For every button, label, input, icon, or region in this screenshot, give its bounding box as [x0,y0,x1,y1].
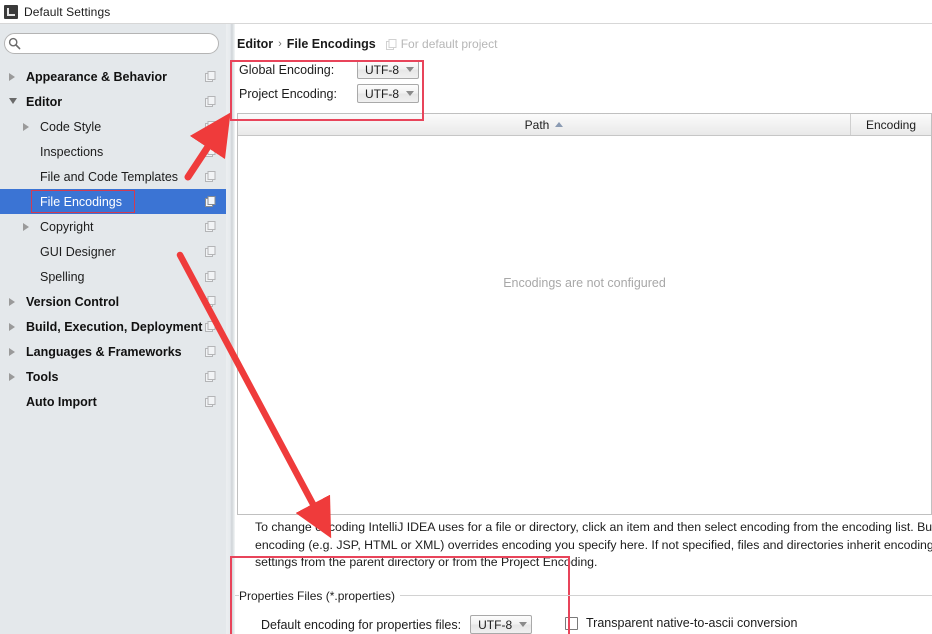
properties-files-panel: Properties Files (*.properties) Default … [235,579,932,634]
default-properties-encoding-select[interactable]: UTF-8 [470,615,533,634]
default-encoding-label: Default encoding for properties files: [261,617,462,632]
sidebar-item-file-and-code-templates[interactable]: File and Code Templates [0,164,226,189]
copy-settings-icon[interactable] [205,296,216,307]
copy-settings-icon[interactable] [205,146,216,157]
column-header-path[interactable]: Path [238,114,851,135]
table-header-row: Path Encoding [238,114,931,136]
sidebar-splitter[interactable] [226,24,235,634]
settings-sidebar: Appearance & Behavior Editor Code Style Ins… [0,24,226,634]
properties-group-title: Properties Files (*.properties) [239,589,401,603]
copy-settings-icon[interactable] [205,121,216,132]
sidebar-item-file-encodings[interactable]: File Encodings [0,189,226,214]
breadcrumb-root[interactable]: Editor [237,37,273,51]
chevron-right-icon[interactable] [22,222,32,232]
sidebar-item-version-control[interactable]: Version Control [0,289,226,314]
transparent-conversion-checkbox[interactable] [565,616,578,630]
sidebar-item-label: Spelling [40,269,85,284]
sidebar-item-label: Version Control [26,294,120,309]
project-encoding-row: Project Encoding: UTF-8 [239,84,419,103]
project-encoding-value: UTF-8 [365,86,399,101]
global-encoding-value: UTF-8 [365,62,399,77]
copy-settings-icon[interactable] [205,71,216,82]
global-encoding-label: Global Encoding: [239,62,335,77]
sidebar-item-label: Auto Import [26,394,97,409]
project-encoding-label: Project Encoding: [239,86,337,101]
column-header-encoding-label: Encoding [865,117,917,132]
settings-tree: Appearance & Behavior Editor Code Style Ins… [0,64,226,414]
sidebar-item-label: Tools [26,369,59,384]
sidebar-item-label: Inspections [40,144,104,159]
sidebar-item-label: Build, Execution, Deployment [26,319,203,334]
sidebar-item-gui-designer[interactable]: GUI Designer [0,239,226,264]
chevron-right-icon[interactable] [8,322,18,332]
copy-settings-icon[interactable] [205,396,216,407]
chevron-right-icon[interactable] [8,347,18,357]
copy-settings-icon[interactable] [205,246,216,257]
chevron-down-icon [406,91,414,96]
copy-settings-icon[interactable] [205,346,216,357]
settings-dialog: Default Settings Appearance & Behavior Ed… [0,0,932,634]
sidebar-item-tools[interactable]: Tools [0,364,226,389]
settings-content-pane: Editor › File Encodings For default proj… [235,24,932,634]
sidebar-item-inspections[interactable]: Inspections [0,139,226,164]
chevron-down-icon [519,622,528,627]
sidebar-item-label: File and Code Templates [40,169,179,184]
copy-settings-icon[interactable] [205,221,216,232]
copy-settings-icon[interactable] [205,96,216,107]
chevron-right-icon[interactable] [8,72,18,82]
chevron-down-icon [406,67,414,72]
transparent-conversion-label: Transparent native-to-ascii conversion [586,616,798,630]
default-properties-encoding-value: UTF-8 [478,617,513,632]
sidebar-item-label: Appearance & Behavior [26,69,168,84]
sidebar-item-code-style[interactable]: Code Style [0,114,226,139]
global-encoding-select[interactable]: UTF-8 [357,60,419,79]
search-field-wrapper [4,33,219,54]
column-header-path-label: Path [524,117,550,132]
copy-settings-icon[interactable] [205,371,216,382]
chevron-down-icon[interactable] [8,97,18,107]
encodings-table: Path Encoding Encodings are not configur… [237,113,932,515]
chevron-right-icon[interactable] [8,297,18,307]
intellij-idea-icon [4,4,18,19]
sidebar-item-spelling[interactable]: Spelling [0,264,226,289]
window-title: Default Settings [24,4,111,19]
sidebar-item-label: GUI Designer [40,244,116,259]
copy-settings-icon[interactable] [205,171,216,182]
sidebar-item-label: Languages & Frameworks [26,344,182,359]
window-title-bar: Default Settings [0,0,932,24]
sidebar-item-label: File Encodings [40,194,122,209]
project-encoding-select[interactable]: UTF-8 [357,84,419,103]
chevron-right-icon[interactable] [8,372,18,382]
search-input[interactable] [4,33,219,54]
copy-settings-icon[interactable] [205,196,216,207]
sidebar-item-label: Editor [26,94,63,109]
sidebar-item-auto-import[interactable]: Auto Import [0,389,226,414]
column-header-encoding[interactable]: Encoding [851,114,931,135]
sidebar-item-copyright[interactable]: Copyright [0,214,226,239]
default-encoding-row: Default encoding for properties files: U… [261,615,533,634]
sidebar-item-appearance-behavior[interactable]: Appearance & Behavior [0,64,226,89]
transparent-conversion-row[interactable]: Transparent native-to-ascii conversion [565,616,797,630]
chevron-right-icon[interactable] [22,122,32,132]
breadcrumb-note: For default project [400,37,498,51]
sidebar-item-languages-frameworks[interactable]: Languages & Frameworks [0,339,226,364]
breadcrumb-separator: › [278,38,282,50]
global-encoding-row: Global Encoding: UTF-8 [239,60,419,79]
table-body[interactable]: Encodings are not configured [238,136,931,514]
copy-settings-icon[interactable] [205,321,216,332]
sort-ascending-icon [555,122,564,127]
help-text-paragraph: To change encoding IntelliJ IDEA uses fo… [255,520,932,569]
copy-settings-icon [385,38,397,50]
breadcrumb: Editor › File Encodings For default proj… [237,37,497,51]
table-empty-message: Encodings are not configured [503,276,666,290]
sidebar-item-build-execution-deployment[interactable]: Build, Execution, Deployment [0,314,226,339]
sidebar-item-label: Copyright [40,219,94,234]
breadcrumb-current: File Encodings [286,37,376,51]
copy-settings-icon[interactable] [205,271,216,282]
sidebar-item-label: Code Style [40,119,102,134]
sidebar-item-editor[interactable]: Editor [0,89,226,114]
